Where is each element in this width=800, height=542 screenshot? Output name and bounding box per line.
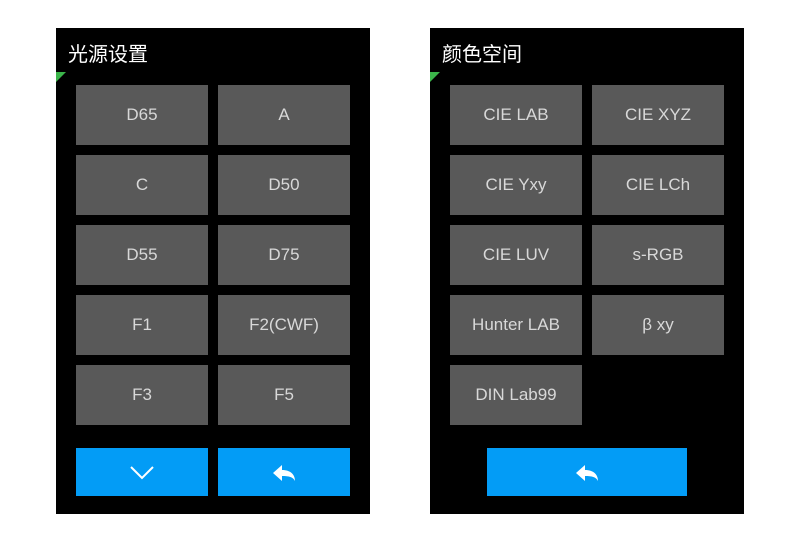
- option-cie-xyz[interactable]: CIE XYZ: [592, 85, 724, 145]
- option-f1[interactable]: F1: [76, 295, 208, 355]
- option-c[interactable]: C: [76, 155, 208, 215]
- option-f5[interactable]: F5: [218, 365, 350, 425]
- footer-bar: [430, 436, 744, 514]
- footer-bar: [56, 436, 370, 514]
- panel-title: 光源设置: [56, 28, 370, 75]
- option-cie-lch[interactable]: CIE LCh: [592, 155, 724, 215]
- light-source-panel: 光源设置 D65 A C D50 D55 D75 F1 F2(CWF) F3 F…: [56, 28, 370, 514]
- option-cie-luv[interactable]: CIE LUV: [450, 225, 582, 285]
- option-d50[interactable]: D50: [218, 155, 350, 215]
- option-a[interactable]: A: [218, 85, 350, 145]
- option-cie-yxy[interactable]: CIE Yxy: [450, 155, 582, 215]
- back-button[interactable]: [218, 448, 350, 496]
- options-grid: D65 A C D50 D55 D75 F1 F2(CWF) F3 F5: [56, 75, 370, 436]
- option-d55[interactable]: D55: [76, 225, 208, 285]
- next-page-button[interactable]: [76, 448, 208, 496]
- panel-title: 颜色空间: [430, 28, 744, 75]
- option-s-rgb[interactable]: s-RGB: [592, 225, 724, 285]
- option-d65[interactable]: D65: [76, 85, 208, 145]
- option-din-lab99[interactable]: DIN Lab99: [450, 365, 582, 425]
- option-beta-xy[interactable]: β xy: [592, 295, 724, 355]
- option-d75[interactable]: D75: [218, 225, 350, 285]
- back-arrow-icon: [269, 460, 299, 484]
- option-hunter-lab[interactable]: Hunter LAB: [450, 295, 582, 355]
- option-f3[interactable]: F3: [76, 365, 208, 425]
- option-cie-lab[interactable]: CIE LAB: [450, 85, 582, 145]
- selection-indicator: [430, 72, 440, 82]
- options-grid: CIE LAB CIE XYZ CIE Yxy CIE LCh CIE LUV …: [430, 75, 744, 436]
- chevron-down-icon: [127, 460, 157, 484]
- color-space-panel: 颜色空间 CIE LAB CIE XYZ CIE Yxy CIE LCh CIE…: [430, 28, 744, 514]
- selection-indicator: [56, 72, 66, 82]
- back-button[interactable]: [487, 448, 687, 496]
- back-arrow-icon: [572, 460, 602, 484]
- option-f2-cwf[interactable]: F2(CWF): [218, 295, 350, 355]
